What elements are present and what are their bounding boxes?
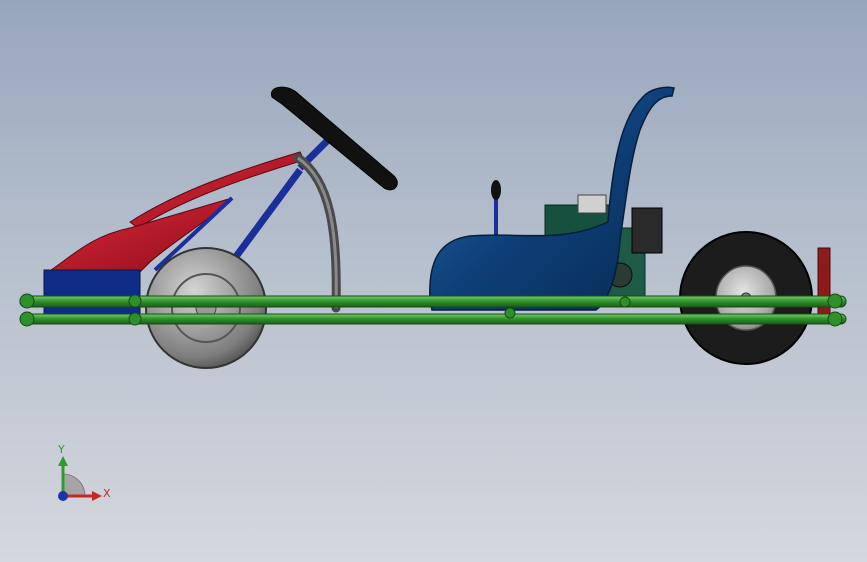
xyz-triad-icon: [58, 456, 102, 501]
go-kart-model[interactable]: [0, 0, 867, 562]
x-axis-arrow: [92, 491, 102, 501]
front-box[interactable]: [43, 269, 141, 319]
nose-bumper-arc[interactable]: [129, 151, 305, 229]
y-axis-arrow: [58, 456, 68, 466]
frame-tube-lower[interactable]: [19, 313, 847, 325]
steering-wheel[interactable]: [270, 86, 398, 191]
graphics-viewport[interactable]: X Y: [0, 0, 867, 562]
z-axis-dot: [58, 491, 68, 501]
front-wheel[interactable]: [145, 247, 267, 369]
x-axis-label: X: [103, 487, 111, 500]
y-axis-label: Y: [58, 443, 65, 456]
steering-strut[interactable]: [229, 167, 303, 265]
frame-tube-upper[interactable]: [19, 295, 847, 308]
shift-knob[interactable]: [491, 180, 501, 200]
